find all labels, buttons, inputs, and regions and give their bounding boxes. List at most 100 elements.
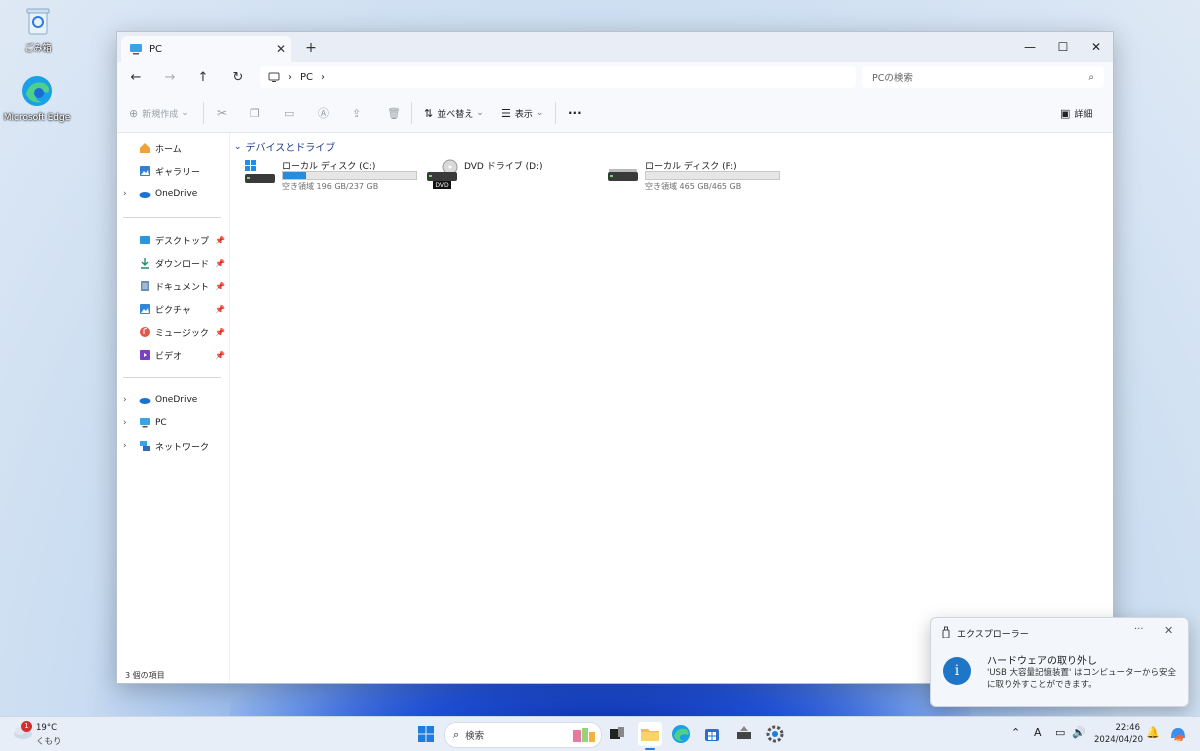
toast-close-button[interactable]: ✕ (1164, 624, 1173, 637)
show-hidden-icons-button[interactable]: ⌃ (1011, 726, 1020, 739)
sidebar-item-label: OneDrive (155, 395, 198, 405)
tab-close-button[interactable]: ✕ (271, 42, 291, 56)
share-icon: ⇪ (352, 106, 362, 120)
sidebar-item-onedrive-2[interactable]: › OneDrive (117, 390, 229, 410)
pc-icon (140, 418, 150, 428)
toast-more-button[interactable]: ··· (1134, 624, 1144, 635)
sidebar-item-videos[interactable]: ビデオ 📌 (117, 345, 229, 365)
details-button[interactable]: ▣ 詳細 (1060, 103, 1092, 123)
sidebar-item-onedrive[interactable]: › OneDrive (117, 184, 229, 204)
taskbar-settings[interactable] (763, 722, 787, 746)
desktop-folder-icon (140, 236, 150, 244)
sort-icon: ⇅ (424, 106, 434, 120)
drive-item-f[interactable]: ローカル ディスク (F:) 空き領域 465 GB/465 GB (607, 159, 787, 195)
sidebar-item-pictures[interactable]: ピクチャ 📌 (117, 299, 229, 319)
weather-condition: くもり (36, 737, 62, 747)
sidebar-item-label: ミュージック (155, 328, 209, 339)
sidebar-item-gallery[interactable]: ギャラリー (117, 161, 229, 181)
delete-button[interactable]: 🗑 (387, 103, 401, 123)
close-button[interactable]: ✕ (1080, 32, 1112, 62)
copy-button[interactable]: ❐ (250, 103, 260, 123)
edge-icon (2, 74, 72, 111)
chevron-down-icon: ⌄ (535, 108, 544, 118)
sidebar-item-network[interactable]: › ネットワーク (117, 436, 229, 456)
paste-icon: ▭ (284, 106, 295, 120)
sort-label: 並べ替え (437, 109, 474, 120)
refresh-button[interactable]: ↻ (227, 68, 249, 88)
chevron-up-icon: ⌃ (1011, 726, 1021, 739)
desktop-icon-edge[interactable]: Microsoft Edge (2, 74, 72, 123)
sidebar-item-documents[interactable]: ドキュメント 📌 (117, 276, 229, 296)
more-options-button[interactable]: ··· (568, 103, 582, 123)
new-button[interactable]: ⊕ 新規作成 ⌄ (129, 103, 189, 123)
taskbar-file-explorer[interactable] (638, 722, 662, 750)
back-button[interactable]: ← (125, 68, 147, 88)
search-input[interactable]: PCの検索 ⌕ (862, 66, 1104, 88)
paste-button[interactable]: ▭ (284, 103, 294, 123)
sidebar-item-label: デスクトップ (155, 236, 210, 247)
pc-icon (130, 44, 142, 55)
notifications-button[interactable]: 🔔 (1146, 726, 1160, 739)
sidebar-item-downloads[interactable]: ダウンロード 📌 (117, 253, 229, 273)
ime-indicator[interactable]: A (1034, 726, 1042, 739)
sidebar-item-desktop[interactable]: デスクトップ 📌 (117, 230, 229, 250)
group-header-devices[interactable]: ⌄ デバイスとドライブ (234, 139, 335, 155)
taskbar-store[interactable] (700, 722, 724, 746)
usb-drive-icon (942, 626, 950, 638)
desktop-icon-label: Microsoft Edge (3, 113, 71, 123)
copilot-icon (1171, 728, 1185, 742)
task-view-button[interactable] (605, 722, 629, 746)
forward-button[interactable]: → (159, 68, 181, 88)
toast-notification[interactable]: エクスプローラー ··· ✕ i ハードウェアの取り外し 'USB 大容量記憶装… (930, 617, 1189, 707)
chevron-right-icon: › (123, 189, 127, 199)
network-status[interactable]: ▭ (1055, 726, 1065, 739)
start-button[interactable] (414, 722, 438, 746)
rename-button[interactable]: Ⓐ (318, 103, 329, 123)
drive-item-c[interactable]: ローカル ディスク (C:) 空き領域 196 GB/237 GB (244, 159, 424, 195)
pin-icon: 📌 (215, 235, 225, 245)
search-placeholder: PCの検索 (872, 73, 913, 84)
share-button[interactable]: ⇪ (352, 103, 361, 123)
taskbar-app[interactable] (732, 722, 756, 746)
sort-button[interactable]: ⇅ 並べ替え ⌄ (424, 103, 484, 123)
details-pane-icon: ▣ (1060, 106, 1071, 120)
task-view-icon (610, 727, 624, 739)
toast-body: 'USB 大容量記憶装置' はコンピューターから安全に取り外すことができます。 (987, 668, 1177, 690)
sidebar-item-label: ホーム (155, 144, 182, 155)
address-field[interactable]: › PC › (260, 66, 856, 88)
maximize-button[interactable]: ☐ (1047, 32, 1079, 62)
chevron-right-icon: › (123, 395, 127, 405)
up-button[interactable]: ↑ (192, 68, 214, 88)
navigation-pane: ホーム ギャラリー › OneDrive デスクトップ 📌 ダウンロード 📌 ド… (117, 133, 230, 682)
network-icon: ▭ (1055, 726, 1066, 739)
chevron-down-icon: ⌄ (234, 141, 242, 152)
breadcrumb-pc[interactable]: PC (300, 72, 313, 83)
pin-icon: 📌 (215, 258, 225, 268)
file-explorer-window: PC ✕ + — ☐ ✕ ← → ↑ ↻ › PC › PCの検索 ⌕ ⊕ 新規… (116, 31, 1114, 684)
sidebar-item-label: ドキュメント (155, 282, 210, 293)
sidebar-item-music[interactable]: ミュージック 📌 (117, 322, 229, 342)
drive-free-space: 空き領域 465 GB/465 GB (645, 182, 742, 191)
toolbar-divider (555, 102, 556, 124)
view-button[interactable]: ☰ 表示 ⌄ (501, 103, 543, 123)
desktop-icon-recycle-bin[interactable]: ごみ箱 (3, 6, 73, 54)
clock[interactable]: 22:46 2024/04/20 (1094, 722, 1143, 746)
copy-icon: ❐ (250, 106, 260, 120)
chevron-right-icon: › (123, 441, 127, 451)
toast-title: ハードウェアの取り外し (987, 656, 1097, 667)
copilot-button[interactable] (1166, 722, 1190, 746)
volume-button[interactable]: 🔊 (1072, 726, 1086, 739)
cut-button[interactable]: ✂ (217, 103, 227, 123)
taskbar-edge[interactable] (669, 722, 693, 746)
tab-pc[interactable]: PC ✕ (121, 36, 291, 62)
minimize-button[interactable]: — (1014, 32, 1046, 62)
sidebar-item-pc[interactable]: › PC (117, 413, 229, 433)
drive-item-d[interactable]: DVD DVD ドライブ (D:) (426, 159, 586, 195)
local-disk-windows-icon (245, 160, 275, 183)
taskbar-search[interactable]: ⌕ 検索 (444, 722, 602, 748)
new-tab-button[interactable]: + (301, 38, 321, 58)
toolbar-divider (411, 102, 412, 124)
scissors-icon: ✂ (217, 106, 228, 120)
breadcrumb-separator: › (321, 71, 326, 83)
sidebar-item-home[interactable]: ホーム (117, 138, 229, 158)
